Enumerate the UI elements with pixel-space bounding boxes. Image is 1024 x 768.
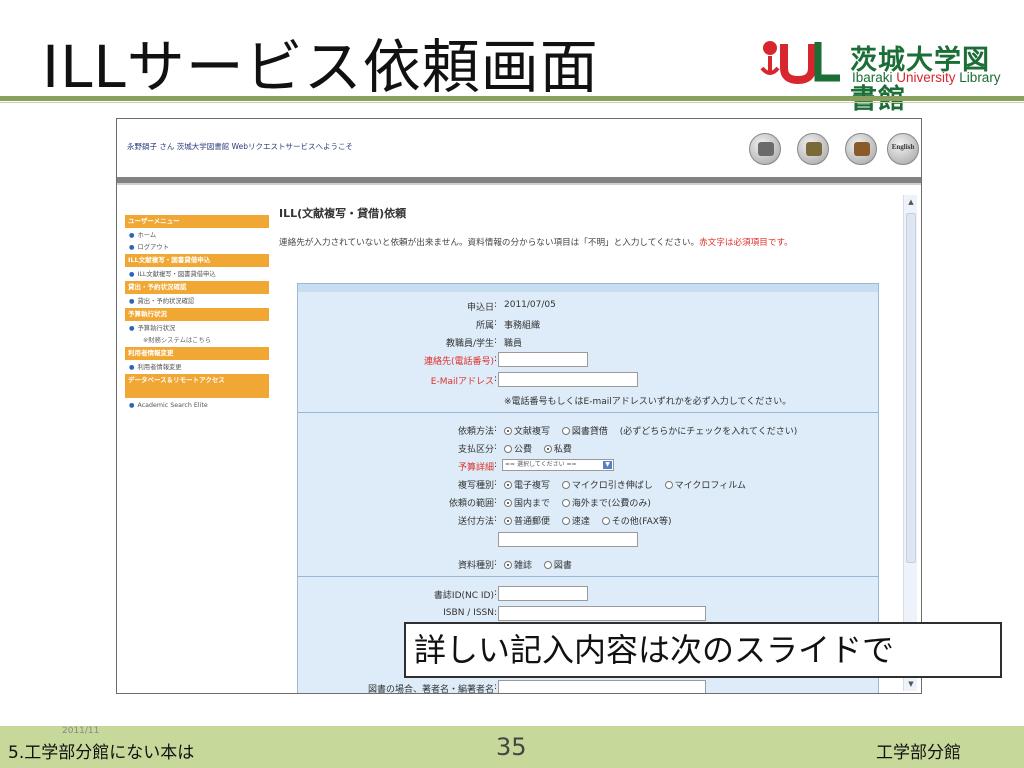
next-slide-callout: 詳しい記入内容は次のスライドで (404, 622, 1002, 678)
delivery-regular-radio[interactable]: 普通郵便 (504, 517, 550, 527)
phone-input[interactable] (498, 352, 588, 367)
delivery-other-radio[interactable]: その他(FAX等) (601, 517, 671, 527)
copy-type-micro-enlarge-radio[interactable]: マイクロ引き伸ばし (561, 481, 653, 491)
material-row: 資料種別: 雑誌 図書 (457, 558, 572, 571)
payment-row: 支払区分: 公費 私費 (457, 442, 572, 455)
home-icon[interactable] (797, 133, 829, 165)
scope-row: 依頼の範囲: 国内まで 海外まで(公費のみ) (448, 496, 651, 509)
app-header: 永野鍋子 さん 茨城大学図書館 Webリクエストサービスへようこそ Englis… (117, 119, 921, 179)
form-separator-2 (298, 576, 878, 577)
book-author-input[interactable] (498, 680, 706, 693)
library-logo: 茨城大学図書館 Ibaraki University Library (760, 36, 1015, 115)
header-bar-shadow (117, 183, 921, 185)
email-input[interactable] (498, 372, 638, 387)
scrollbar-thumb[interactable] (906, 213, 916, 563)
page-heading: ILL(文献複写・貸借)依頼 (279, 207, 407, 220)
slide-title: ILLサービス依頼画面 (42, 33, 599, 101)
copy-type-electronic-radio[interactable]: 電子複写 (504, 481, 550, 491)
method-loan-radio[interactable]: 図書貸借 (561, 427, 608, 437)
copy-type-microfilm-radio[interactable]: マイクロフィルム (664, 481, 746, 491)
delivery-other-input[interactable] (498, 532, 638, 547)
scrollbar[interactable]: ▲ ▼ (903, 195, 917, 691)
book-author-row: 図書の場合、著者名・編著者名: (298, 680, 878, 693)
budget-row: 予算詳細: == 選択してください == ▼ (298, 458, 878, 474)
sidebar-item-home[interactable]: ● ホーム (125, 230, 269, 242)
phone-row: 連絡先(電話番号): (298, 352, 878, 368)
status-value: 職員 (504, 339, 523, 349)
page-number: 35 (496, 733, 527, 761)
copy-type-row: 複写種別: 電子複写 マイクロ引き伸ばし マイクロフィルム (457, 478, 747, 491)
delivery-other-row (298, 532, 878, 548)
sidebar-item-finance-link[interactable]: ※財務システムはこちら (125, 335, 269, 347)
footer-branch: 工学部分館 (876, 743, 961, 763)
contact-note: ※電話番号もしくはE-mailアドレスいずれかを必ず入力してください。 (504, 397, 792, 407)
title-divider-thin (0, 102, 1024, 103)
sidebar-item-academic-search[interactable]: ● Academic Search Elite (125, 400, 269, 412)
form-separator (298, 412, 878, 413)
sidebar-head-loans: 貸出・予約状況確認 (125, 281, 269, 294)
delivery-row: 送付方法: 普通郵便 速達 その他(FAX等) (457, 514, 672, 527)
ill-request-screenshot: 永野鍋子 さん 茨城大学図書館 Webリクエストサービスへようこそ Englis… (116, 118, 922, 694)
journal-id-row: 書誌ID(NC ID): (298, 586, 878, 602)
apply-date-row: 申込日: 2011/07/05 (466, 300, 556, 313)
library-logo-en-text: Ibaraki University Library (852, 70, 1001, 85)
sidebar-head-user-info: 利用者情報変更 (125, 347, 269, 360)
sidebar-head-database: データベース＆リモートアクセス (125, 374, 269, 398)
material-book-radio[interactable]: 図書 (543, 561, 572, 571)
footer-section: 5.工学部分館にない本は (8, 743, 195, 763)
isbn-row: ISBN / ISSN: (298, 606, 878, 622)
welcome-text: 永野鍋子 さん 茨城大学図書館 Webリクエストサービスへようこそ (127, 142, 354, 151)
apply-date-value: 2011/07/05 (504, 300, 556, 310)
isbn-input[interactable] (498, 606, 706, 621)
status-row: 教職員/学生: 職員 (445, 336, 523, 349)
sidebar-item-ill[interactable]: ● ILL文献複写・図書貸借申込 (125, 269, 269, 281)
english-button[interactable]: English (887, 133, 919, 165)
delivery-express-radio[interactable]: 速達 (561, 517, 590, 527)
chevron-down-icon: ▼ (603, 461, 612, 469)
method-row: 依頼方法: 文献複写 図書貸借 (必ずどちらかにチェックを入れてください) (457, 424, 798, 437)
affiliation-value: 事務組織 (504, 321, 541, 331)
library-logo-mark-icon (760, 41, 840, 84)
sidebar-head-budget: 予算執行状況 (125, 308, 269, 321)
sidebar-item-user-info[interactable]: ● 利用者情報変更 (125, 362, 269, 374)
sidebar-item-loans[interactable]: ● 貸出・予約状況確認 (125, 296, 269, 308)
book-icon[interactable] (749, 133, 781, 165)
journal-id-input[interactable] (498, 586, 588, 601)
footer-date: 2011/11 (62, 726, 100, 736)
email-row: E-Mailアドレス: (298, 372, 878, 388)
affiliation-row: 所属: 事務組織 (475, 318, 541, 331)
scroll-down-icon[interactable]: ▼ (906, 679, 916, 689)
payment-private-radio[interactable]: 私費 (543, 445, 572, 455)
sidebar-item-budget[interactable]: ● 予算執行状況 (125, 323, 269, 335)
scroll-up-icon[interactable]: ▲ (906, 197, 916, 207)
material-journal-radio[interactable]: 雑誌 (504, 561, 532, 571)
form-top-band (298, 284, 878, 292)
budget-select[interactable]: == 選択してください == ▼ (502, 459, 614, 471)
sidebar-head-ill: ILL文献複写・図書貸借申込 (125, 254, 269, 267)
sidebar-item-logout[interactable]: ● ログアウト (125, 242, 269, 254)
sidebar-head-user-menu: ユーザーメニュー (125, 215, 269, 228)
form-notice: 連絡先が入力されていないと依頼が出来ません。資料情報の分からない項目は「不明」と… (279, 238, 793, 248)
house-roof-icon[interactable] (845, 133, 877, 165)
contact-note-row: ※電話番号もしくはE-mailアドレスいずれかを必ず入力してください。 (298, 392, 878, 408)
method-copy-radio[interactable]: 文献複写 (504, 427, 550, 437)
slide-footer: 2011/11 5.工学部分館にない本は 35 工学部分館 (0, 726, 1024, 768)
sidebar: ユーザーメニュー ● ホーム ● ログアウト ILL文献複写・図書貸借申込 ● ILL… (125, 215, 269, 412)
scope-domestic-radio[interactable]: 国内まで (504, 499, 550, 509)
scope-overseas-radio[interactable]: 海外まで(公費のみ) (561, 499, 651, 509)
payment-public-radio[interactable]: 公費 (504, 445, 532, 455)
title-divider (0, 96, 1024, 101)
method-note: (必ずどちらかにチェックを入れてください) (619, 427, 798, 437)
